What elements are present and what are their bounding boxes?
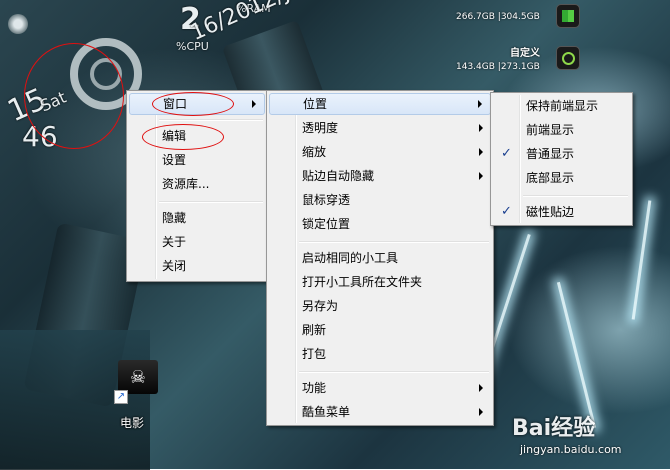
shortcut-arrow-icon: ↗	[114, 390, 128, 404]
menu-item-keep-topmost[interactable]: 保持前端显示	[493, 95, 630, 117]
red-annotation-circle	[24, 43, 124, 149]
menu-separator	[159, 119, 263, 121]
submenu-arrow-icon	[479, 384, 483, 392]
menu-item-zoom[interactable]: 缩放	[269, 141, 491, 163]
menu-item-label: 酷鱼菜单	[302, 405, 351, 419]
menu-item-normal-display[interactable]: ✓ 普通显示	[493, 143, 630, 165]
drive-usage: 143.4GB |273.1GB	[456, 62, 540, 72]
menu-item-label: 位置	[303, 97, 328, 111]
menu-item-label: 设置	[162, 153, 187, 167]
context-menu-position: 保持前端显示 前端显示 ✓ 普通显示 底部显示 ✓ 磁性贴边	[490, 92, 633, 226]
menu-item-label: 打包	[302, 347, 327, 361]
menu-item-label: 磁性贴边	[526, 205, 575, 219]
menu-separator	[523, 195, 628, 197]
desktop-shortcut-label: 电影	[120, 416, 145, 430]
menu-item-hide[interactable]: 隐藏	[129, 207, 265, 229]
menu-item-lock-position[interactable]: 锁定位置	[269, 213, 491, 235]
menu-item-label: 打开小工具所在文件夹	[302, 275, 423, 289]
menu-item-kuyu-menu[interactable]: 酷鱼菜单	[269, 401, 491, 423]
red-annotation-ellipse	[152, 92, 234, 116]
wallpaper-lightning	[631, 200, 652, 320]
menu-item-opacity[interactable]: 透明度	[269, 117, 491, 139]
menu-separator	[159, 201, 263, 203]
menu-item-close[interactable]: 关闭	[129, 255, 265, 277]
baidu-jingyan-logo: Bai经验	[512, 416, 596, 441]
menu-item-label: 底部显示	[526, 171, 575, 185]
menu-item-label: 刷新	[302, 323, 327, 337]
menu-item-label: 关于	[162, 235, 187, 249]
submenu-arrow-icon	[478, 100, 482, 108]
menu-item-label: 隐藏	[162, 211, 187, 225]
menu-separator	[299, 241, 489, 243]
menu-item-refresh[interactable]: 刷新	[269, 319, 491, 341]
ring-drive-icon	[556, 46, 580, 70]
menu-item-about[interactable]: 关于	[129, 231, 265, 253]
menu-item-front-display[interactable]: 前端显示	[493, 119, 630, 141]
submenu-arrow-icon	[479, 408, 483, 416]
drive-name: 自定义	[510, 48, 540, 59]
skull-folder-icon: ☠	[118, 360, 158, 394]
menu-separator	[299, 371, 489, 373]
checkmark-icon: ✓	[501, 146, 512, 161]
menu-item-label: 保持前端显示	[526, 99, 599, 113]
menu-item-edge-autohide[interactable]: 贴边自动隐藏	[269, 165, 491, 187]
menu-item-library[interactable]: 资源库...	[129, 173, 265, 195]
submenu-arrow-icon	[479, 148, 483, 156]
checkmark-icon: ✓	[501, 204, 512, 219]
menu-item-launch-same-gadget[interactable]: 启动相同的小工具	[269, 247, 491, 269]
wallpaper-lightning	[556, 281, 597, 429]
menu-item-label: 缩放	[302, 145, 327, 159]
menu-item-functions[interactable]: 功能	[269, 377, 491, 399]
baidu-jingyan-url: jingyan.baidu.com	[520, 443, 622, 456]
red-annotation-ellipse	[142, 124, 224, 150]
drive-usage: 266.7GB |304.5GB	[456, 12, 540, 22]
menu-item-label: 资源库...	[162, 177, 210, 191]
context-menu-window: 位置 透明度 缩放 贴边自动隐藏 鼠标穿透 锁定位置 启动相同的小工具 打开小工…	[266, 90, 494, 426]
menu-item-settings[interactable]: 设置	[129, 149, 265, 171]
menu-item-save-as[interactable]: 另存为	[269, 295, 491, 317]
menu-item-label: 透明度	[302, 121, 339, 135]
menu-item-label: 启动相同的小工具	[302, 251, 399, 265]
menu-item-label: 锁定位置	[302, 217, 351, 231]
gadget-knob-icon	[8, 14, 28, 34]
menu-item-click-through[interactable]: 鼠标穿透	[269, 189, 491, 211]
menu-item-bottom-display[interactable]: 底部显示	[493, 167, 630, 189]
submenu-arrow-icon	[479, 172, 483, 180]
menu-item-label: 普通显示	[526, 147, 575, 161]
menu-item-label: 另存为	[302, 299, 339, 313]
submenu-arrow-icon	[252, 100, 256, 108]
menu-item-label: 前端显示	[526, 123, 575, 137]
menu-item-label: 鼠标穿透	[302, 193, 351, 207]
context-menu-main: 窗口 编辑 设置 资源库... 隐藏 关于 关闭	[126, 90, 268, 282]
menu-item-label: 贴边自动隐藏	[302, 169, 375, 183]
menu-item-position[interactable]: 位置	[269, 93, 491, 115]
menu-item-label: 关闭	[162, 259, 187, 273]
desktop-shortcut-movie[interactable]: ☠ ↗	[114, 360, 162, 410]
submenu-arrow-icon	[479, 124, 483, 132]
menu-item-package[interactable]: 打包	[269, 343, 491, 365]
windows-drive-icon	[556, 4, 580, 28]
menu-item-label: 功能	[302, 381, 327, 395]
menu-item-open-gadget-folder[interactable]: 打开小工具所在文件夹	[269, 271, 491, 293]
menu-item-magnetic-snap[interactable]: ✓ 磁性贴边	[493, 201, 630, 223]
